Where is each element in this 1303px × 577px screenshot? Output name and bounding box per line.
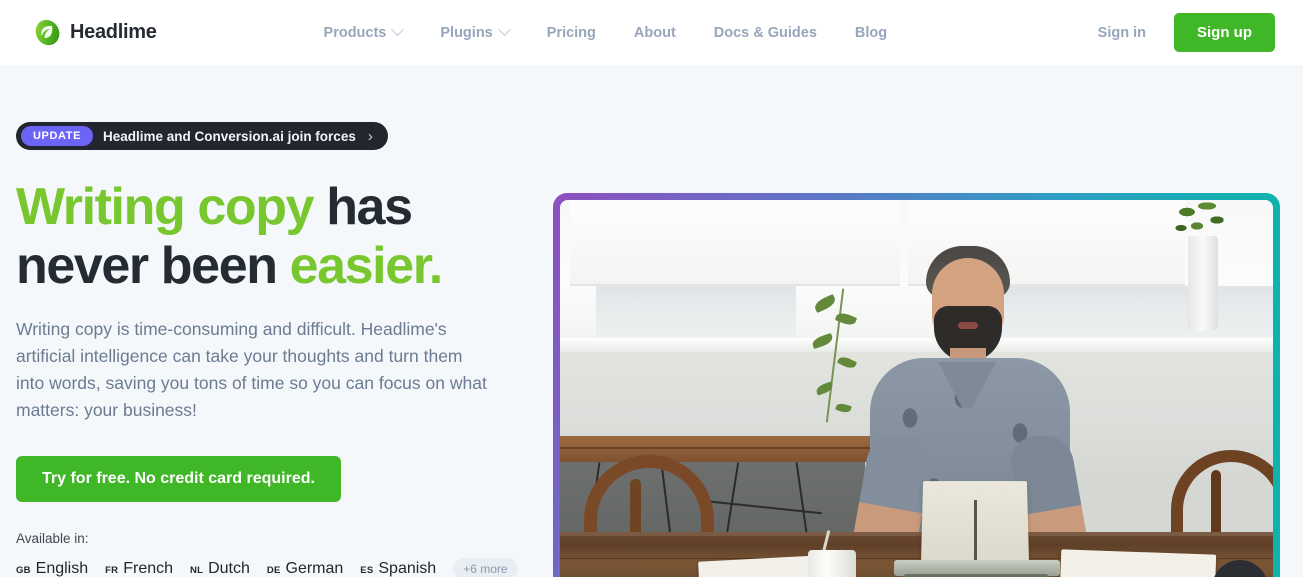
language-item-german[interactable]: DE German	[267, 560, 343, 577]
language-name: German	[285, 560, 344, 577]
language-code: DE	[266, 565, 281, 576]
hero-image	[560, 200, 1273, 577]
available-in-label: Available in:	[16, 531, 89, 546]
nav-label: Blog	[854, 24, 888, 41]
language-item-french[interactable]: FR French	[105, 560, 173, 577]
nav-item-products[interactable]: Products	[323, 23, 405, 41]
hero-image-gradient-frame	[553, 193, 1280, 577]
headline-part-3: never been	[16, 236, 290, 295]
headlime-leaf-logo-icon	[34, 19, 61, 46]
nav-label: Docs & Guides	[713, 24, 817, 41]
nav-label: Pricing	[546, 24, 596, 41]
nav-item-docs-and-guides[interactable]: Docs & Guides	[714, 25, 817, 41]
chevron-right-icon: ›	[367, 127, 373, 145]
language-name: French	[123, 560, 174, 577]
hero-description: Writing copy is time-consuming and diffi…	[16, 318, 487, 420]
headline-part-2: has	[313, 178, 413, 236]
try-for-free-button[interactable]: Try for free. No credit card required.	[16, 456, 341, 502]
sign-up-button[interactable]: Sign up	[1174, 13, 1275, 52]
brand-name: Headlime	[70, 21, 157, 43]
site-header: Headlime Products Plugins Pricing About …	[0, 0, 1303, 65]
main-navigation: Products Plugins Pricing About Docs & Gu…	[323, 23, 887, 41]
nav-label: About	[633, 24, 676, 41]
nav-label: Plugins	[440, 24, 493, 41]
language-list: GB English FR French NL Dutch DE German …	[16, 558, 555, 577]
chevron-down-icon	[497, 23, 511, 37]
language-name: Dutch	[208, 560, 250, 577]
nav-label: Products	[323, 24, 387, 41]
language-code: NL	[190, 565, 204, 576]
language-item-english[interactable]: GB English	[16, 560, 88, 577]
brand-logo-link[interactable]: Headlime	[34, 19, 157, 46]
headline-part-4: easier.	[289, 236, 444, 295]
update-announcement-text: Headlime and Conversion.ai join forces	[103, 128, 356, 144]
language-code: ES	[360, 565, 374, 576]
header-actions: Sign in Sign up	[1098, 13, 1275, 52]
language-code: FR	[105, 565, 119, 576]
hero-image-column	[553, 193, 1280, 577]
hero-section: UPDATE Headlime and Conversion.ai join f…	[0, 65, 1303, 577]
more-languages-badge[interactable]: +6 more	[453, 558, 518, 577]
hero-copy-column: UPDATE Headlime and Conversion.ai join f…	[0, 122, 555, 577]
chevron-down-icon	[391, 23, 405, 37]
language-item-spanish[interactable]: ES Spanish	[360, 560, 436, 577]
sign-in-link[interactable]: Sign in	[1098, 25, 1146, 41]
update-announcement-banner[interactable]: UPDATE Headlime and Conversion.ai join f…	[16, 122, 388, 150]
nav-item-plugins[interactable]: Plugins	[440, 23, 511, 41]
language-code: GB	[16, 565, 31, 576]
nav-item-pricing[interactable]: Pricing	[547, 25, 596, 41]
language-item-dutch[interactable]: NL Dutch	[190, 560, 250, 577]
page-title: Writing copy has never been easier.	[16, 178, 555, 296]
nav-item-blog[interactable]: Blog	[855, 25, 887, 41]
language-name: Spanish	[378, 560, 437, 577]
nav-item-about[interactable]: About	[634, 25, 676, 41]
headline-part-1: Writing copy	[16, 178, 315, 236]
update-tag-badge: UPDATE	[21, 126, 94, 146]
hero-photo-scene	[560, 200, 1273, 577]
language-name: English	[35, 560, 89, 577]
